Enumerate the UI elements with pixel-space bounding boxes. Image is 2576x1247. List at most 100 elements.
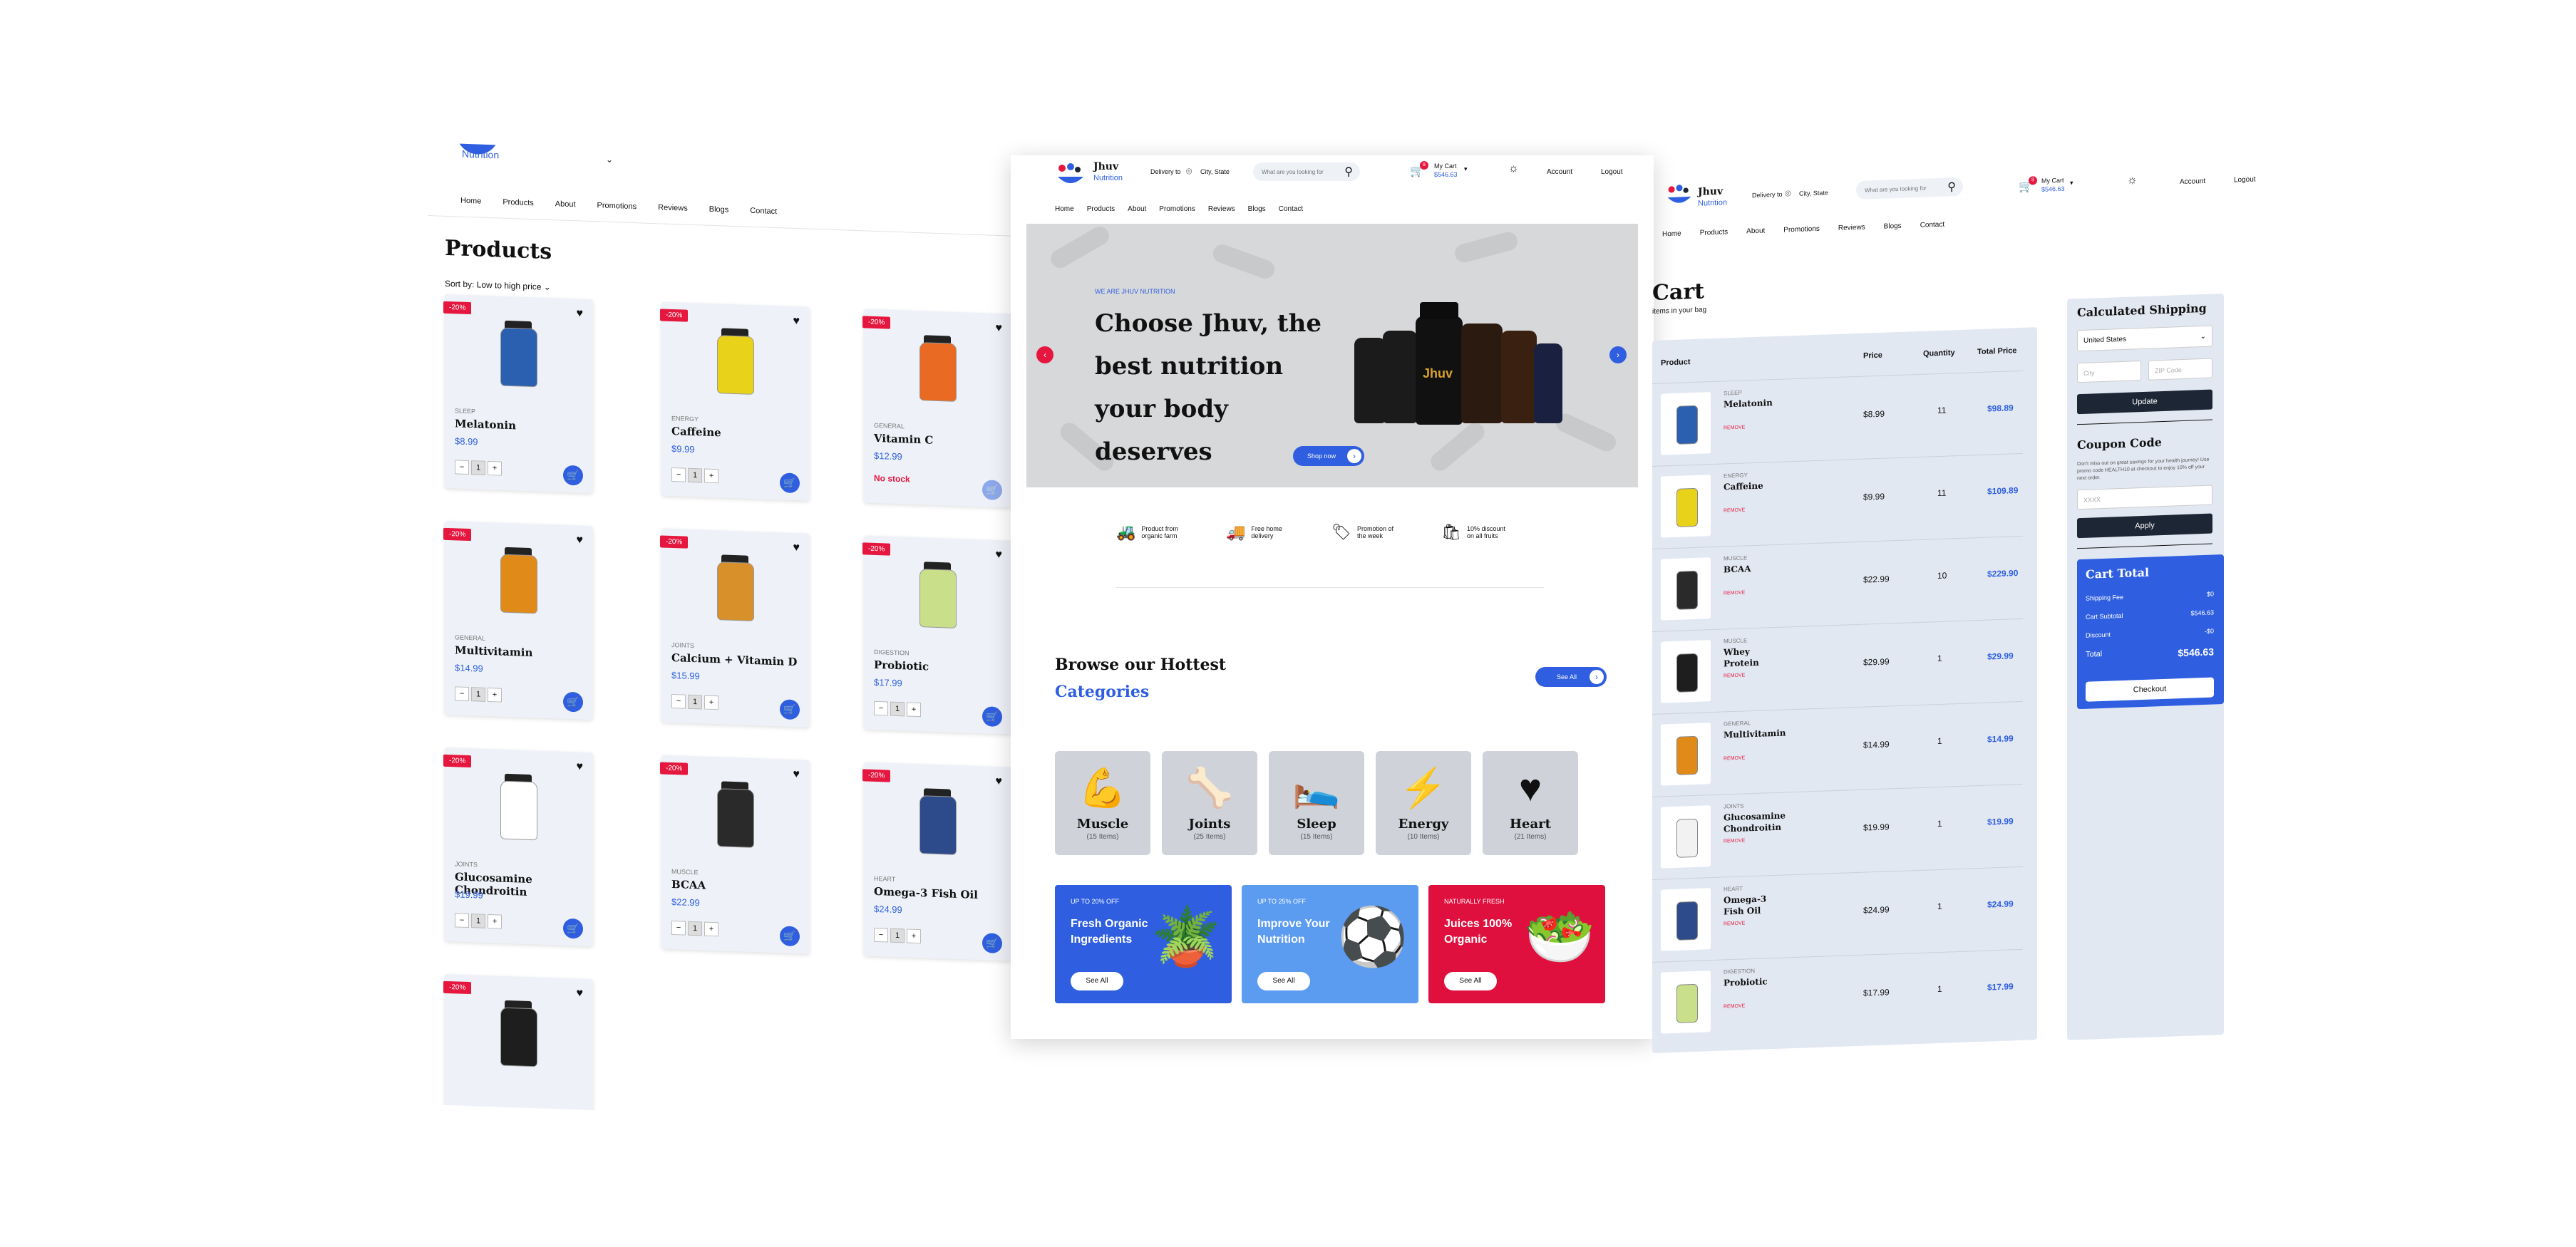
increment-button[interactable]: + xyxy=(704,468,718,484)
item-quantity[interactable]: 10 xyxy=(1937,571,1947,581)
increment-button[interactable]: + xyxy=(907,702,921,718)
nav-home[interactable]: Home xyxy=(1662,230,1681,239)
brand-logo[interactable] xyxy=(1055,161,1086,190)
decrement-button[interactable]: − xyxy=(671,693,686,709)
product-card[interactable]: -20% ♥ ENERGY Caffeine $9.99 − 1 + 🛒 xyxy=(660,301,810,501)
checkout-button[interactable]: Checkout xyxy=(2086,677,2214,702)
sort-dropdown[interactable]: Sort by: Low to high price ⌄ xyxy=(445,279,551,292)
zip-field[interactable]: ZIP Code xyxy=(2148,358,2212,381)
nav-about[interactable]: About xyxy=(1746,227,1765,235)
product-card[interactable]: -20% ♥ JOINTS Calcium + Vitamin D $15.99… xyxy=(660,528,810,728)
nav-home[interactable]: Home xyxy=(1055,205,1074,213)
heart-icon[interactable]: ♥ xyxy=(793,315,800,328)
nav-products[interactable]: Products xyxy=(1087,205,1115,213)
product-card[interactable]: -20% ♥ DIGESTION Probiotic $17.99 − 1 + 🛒 xyxy=(862,535,1012,735)
nav-contact[interactable]: Contact xyxy=(750,207,777,216)
nav-home[interactable]: Home xyxy=(460,197,481,206)
decrement-button[interactable]: − xyxy=(874,927,888,943)
increment-button[interactable]: + xyxy=(704,921,718,937)
theme-toggle-icon[interactable]: ☼ xyxy=(2127,174,2138,187)
decrement-button[interactable]: − xyxy=(671,920,686,936)
nav-about[interactable]: About xyxy=(1128,205,1146,213)
city-selector[interactable]: City, State xyxy=(1200,168,1230,175)
nav-reviews[interactable]: Reviews xyxy=(1838,224,1865,232)
heart-icon[interactable]: ♥ xyxy=(793,542,800,554)
add-to-cart-button[interactable]: 🛒 xyxy=(982,706,1002,728)
nav-promotions[interactable]: Promotions xyxy=(1159,205,1195,213)
coupon-field[interactable]: XXXX xyxy=(2077,485,2212,510)
heart-icon[interactable]: ♥ xyxy=(577,987,584,1000)
quantity-value[interactable]: 1 xyxy=(471,687,485,702)
search-icon[interactable]: ⚲ xyxy=(1947,180,1956,194)
increment-button[interactable]: + xyxy=(488,914,502,929)
heart-icon[interactable]: ♥ xyxy=(577,534,584,547)
heart-icon[interactable]: ♥ xyxy=(577,307,584,320)
quantity-value[interactable]: 1 xyxy=(688,921,702,936)
chevron-down-icon[interactable]: ⌄ xyxy=(606,155,613,165)
account-link[interactable]: Account xyxy=(1547,168,1572,176)
account-link[interactable]: Account xyxy=(2180,177,2205,186)
item-quantity[interactable]: 1 xyxy=(1937,653,1942,663)
city-selector[interactable]: City, State xyxy=(1799,189,1828,197)
heart-icon[interactable]: ♥ xyxy=(996,549,1003,562)
quantity-value[interactable]: 1 xyxy=(890,928,905,943)
item-quantity[interactable]: 11 xyxy=(1937,488,1946,498)
nav-blogs[interactable]: Blogs xyxy=(709,205,729,214)
increment-button[interactable]: + xyxy=(488,460,502,476)
add-to-cart-button[interactable]: 🛒 xyxy=(563,918,583,939)
heart-icon[interactable]: ♥ xyxy=(996,322,1003,335)
carousel-prev-button[interactable]: ‹ xyxy=(1036,346,1053,363)
nav-reviews[interactable]: Reviews xyxy=(1208,205,1235,213)
search-icon[interactable]: ⚲ xyxy=(1344,165,1353,179)
see-all-button[interactable]: See All › xyxy=(1535,667,1607,687)
promo-see-all-button[interactable]: See All xyxy=(1444,972,1497,990)
product-card[interactable]: -20% ♥ JOINTS Glucosamine Chondroitin $1… xyxy=(443,747,593,947)
add-to-cart-button[interactable]: 🛒 xyxy=(780,472,800,494)
my-cart-label[interactable]: My Cart xyxy=(2041,177,2064,185)
category-card-muscle[interactable]: 💪 Muscle (15 Items) xyxy=(1055,751,1150,855)
heart-icon[interactable]: ♥ xyxy=(996,775,1003,788)
add-to-cart-button[interactable]: 🛒 xyxy=(982,480,1002,501)
search-input[interactable] xyxy=(1260,168,1341,176)
item-quantity[interactable]: 1 xyxy=(1937,901,1942,911)
search-input[interactable] xyxy=(1863,183,1944,195)
nav-promotions[interactable]: Promotions xyxy=(597,201,637,211)
logout-link[interactable]: Logout xyxy=(2234,175,2256,184)
logout-link[interactable]: Logout xyxy=(1601,168,1623,176)
apply-button[interactable]: Apply xyxy=(2077,513,2212,539)
add-to-cart-button[interactable]: 🛒 xyxy=(780,699,800,720)
category-card-joints[interactable]: 🦴 Joints (25 Items) xyxy=(1162,751,1257,855)
remove-link[interactable]: REMOVE xyxy=(1724,755,1745,761)
chevron-down-icon[interactable]: ▾ xyxy=(1464,165,1468,173)
quantity-value[interactable]: 1 xyxy=(471,914,485,928)
increment-button[interactable]: + xyxy=(907,928,921,944)
item-quantity[interactable]: 11 xyxy=(1937,405,1946,415)
city-field[interactable]: City xyxy=(2077,361,2141,383)
nav-promotions[interactable]: Promotions xyxy=(1783,225,1820,234)
remove-link[interactable]: REMOVE xyxy=(1724,425,1745,430)
quantity-value[interactable]: 1 xyxy=(471,460,485,475)
quantity-value[interactable]: 1 xyxy=(688,467,702,483)
nav-products[interactable]: Products xyxy=(503,198,533,208)
product-card[interactable]: -20% ♥ MUSCLE BCAA $22.99 − 1 + 🛒 xyxy=(660,755,810,954)
product-card[interactable]: -20% ♥ HEART Omega-3 Fish Oil $24.99 − 1… xyxy=(862,762,1012,961)
item-quantity[interactable]: 1 xyxy=(1937,819,1942,829)
add-to-cart-button[interactable]: 🛒 xyxy=(982,933,1002,954)
nav-about[interactable]: About xyxy=(555,200,576,209)
remove-link[interactable]: REMOVE xyxy=(1724,1003,1745,1009)
category-card-energy[interactable]: ⚡ Energy (10 Items) xyxy=(1376,751,1471,855)
nav-blogs[interactable]: Blogs xyxy=(1884,222,1902,231)
carousel-next-button[interactable]: › xyxy=(1609,346,1627,363)
quantity-value[interactable]: 1 xyxy=(890,701,905,717)
decrement-button[interactable]: − xyxy=(455,913,469,928)
add-to-cart-button[interactable]: 🛒 xyxy=(563,465,583,486)
increment-button[interactable]: + xyxy=(704,695,718,710)
increment-button[interactable]: + xyxy=(488,687,502,703)
product-card[interactable]: -20% ♥ GENERAL Multivitamin $14.99 − 1 +… xyxy=(443,520,593,720)
promo-see-all-button[interactable]: See All xyxy=(1257,972,1310,990)
add-to-cart-button[interactable]: 🛒 xyxy=(563,691,583,713)
item-quantity[interactable]: 1 xyxy=(1937,984,1942,994)
decrement-button[interactable]: − xyxy=(874,700,888,716)
category-card-sleep[interactable]: 🛌 Sleep (15 Items) xyxy=(1269,751,1364,855)
decrement-button[interactable]: − xyxy=(455,686,469,702)
